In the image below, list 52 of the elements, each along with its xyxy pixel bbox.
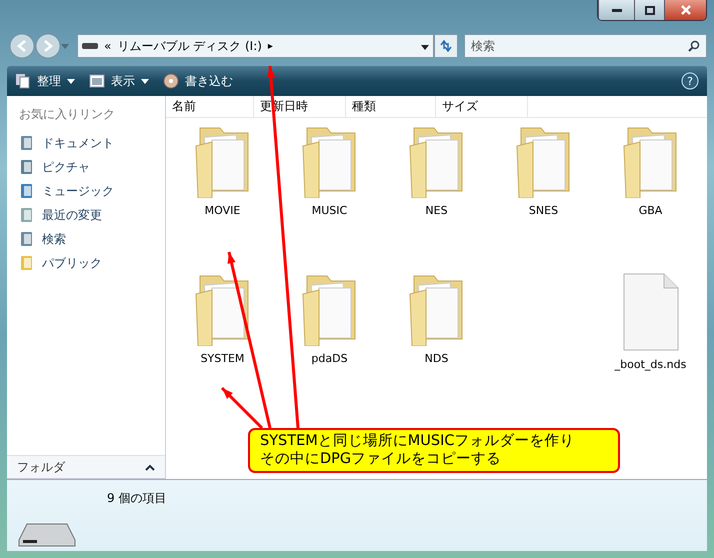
library-icon — [20, 231, 34, 247]
forward-button[interactable] — [35, 33, 61, 59]
disc-icon — [163, 73, 179, 89]
library-icon — [20, 159, 34, 175]
address-bar[interactable]: « リムーバブル ディスク (I:) ▸ — [77, 34, 434, 58]
help-button[interactable]: ? — [681, 72, 699, 90]
folder-item[interactable]: SYSTEM — [192, 272, 254, 365]
folder-item[interactable]: NDS — [406, 272, 468, 365]
favorite-link[interactable]: ドキュメント — [7, 131, 165, 155]
favorite-link[interactable]: 検索 — [7, 227, 165, 251]
breadcrumb-overflow[interactable]: « — [104, 39, 112, 53]
maximize-button[interactable] — [634, 0, 664, 20]
breadcrumb-item[interactable]: リムーバブル ディスク (I:) — [117, 38, 262, 54]
drive-icon — [82, 42, 98, 50]
folder-item[interactable]: MUSIC — [298, 124, 360, 217]
favorite-link[interactable]: ミュージック — [7, 179, 165, 203]
maximize-icon — [644, 6, 654, 14]
dropdown-caret-icon — [421, 45, 429, 50]
minimize-button[interactable] — [598, 0, 634, 20]
favorite-link[interactable]: 最近の変更 — [7, 203, 165, 227]
folder-item[interactable]: NES — [406, 124, 468, 217]
toolbar-button[interactable]: 書き込む — [163, 72, 233, 90]
callout-text: その中にDPGファイルをコピーする — [260, 450, 502, 468]
toolbar-button[interactable]: 整理 — [15, 72, 75, 90]
pages-icon — [15, 73, 31, 89]
library-icon — [20, 183, 34, 199]
search-icon — [688, 40, 700, 52]
window-icon — [89, 74, 105, 88]
folders-toggle[interactable]: フォルダ — [7, 455, 165, 479]
library-icon — [20, 207, 34, 223]
item-count: 9 個の項目 — [107, 490, 166, 507]
back-button[interactable] — [9, 33, 35, 59]
breadcrumb-arrow[interactable]: ▸ — [268, 40, 273, 52]
favorite-link[interactable]: パブリック — [7, 251, 165, 275]
chevron-up-icon — [145, 464, 155, 470]
library-icon — [20, 135, 34, 151]
pane-heading: お気に入りリンク — [18, 106, 116, 123]
search-field[interactable]: 検索 — [464, 34, 707, 58]
close-icon — [680, 5, 690, 15]
folder-item[interactable]: MOVIE — [192, 124, 254, 217]
close-button[interactable] — [664, 0, 706, 20]
refresh-icon — [439, 39, 453, 53]
folder-icon — [20, 255, 34, 271]
favorite-link[interactable]: ピクチャ — [7, 155, 165, 179]
folder-item[interactable]: GBA — [620, 124, 682, 217]
folder-item[interactable]: SNES — [512, 124, 574, 217]
minimize-icon — [612, 8, 622, 12]
file-item[interactable]: _boot_ds.nds — [614, 272, 686, 371]
toolbar-button[interactable]: 表示 — [89, 72, 149, 90]
callout-text: SYSTEMと同じ場所にMUSICフォルダーを作り — [260, 432, 576, 450]
refresh-button[interactable] — [434, 34, 458, 58]
folder-item[interactable]: pdaDS — [298, 272, 360, 365]
